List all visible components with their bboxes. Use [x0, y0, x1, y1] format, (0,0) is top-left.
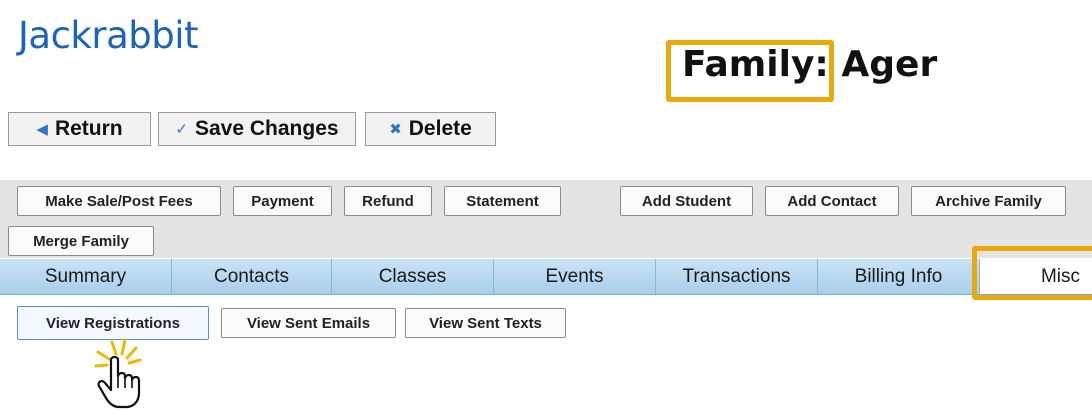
highlight-box-family-label — [666, 40, 834, 102]
view-sent-texts-button[interactable]: View Sent Texts — [405, 308, 566, 338]
hand-pointer-click-icon — [94, 338, 142, 409]
checkmark-icon: ✓ — [175, 121, 188, 138]
add-contact-button[interactable]: Add Contact — [765, 186, 899, 216]
highlight-box-misc-tab — [972, 246, 1092, 300]
view-sent-emails-button[interactable]: View Sent Emails — [221, 308, 396, 338]
refund-button[interactable]: Refund — [344, 186, 432, 216]
triangle-left-icon: ◀ — [36, 121, 48, 138]
payment-button[interactable]: Payment — [233, 186, 332, 216]
tab-bar: Summary Contacts Classes Events Transact… — [0, 259, 1092, 295]
statement-button[interactable]: Statement — [444, 186, 561, 216]
merge-family-button[interactable]: Merge Family — [8, 226, 154, 256]
save-changes-button[interactable]: ✓ Save Changes — [158, 112, 356, 146]
tab-contacts[interactable]: Contacts — [172, 259, 332, 294]
tab-classes[interactable]: Classes — [332, 259, 494, 294]
view-registrations-button[interactable]: View Registrations — [17, 306, 209, 340]
family-name: Ager — [841, 44, 938, 85]
tab-transactions[interactable]: Transactions — [656, 259, 818, 294]
add-student-button[interactable]: Add Student — [620, 186, 753, 216]
x-icon: ✖ — [389, 121, 402, 138]
jackrabbit-logo: Jackrabbit — [18, 14, 199, 57]
archive-family-button[interactable]: Archive Family — [911, 186, 1066, 216]
delete-button[interactable]: ✖ Delete — [365, 112, 496, 146]
tab-events[interactable]: Events — [494, 259, 656, 294]
return-button[interactable]: ◀ Return — [8, 112, 151, 146]
make-sale-post-fees-button[interactable]: Make Sale/Post Fees — [17, 186, 221, 216]
tab-billing-info[interactable]: Billing Info — [818, 259, 980, 294]
tab-summary[interactable]: Summary — [0, 259, 172, 294]
